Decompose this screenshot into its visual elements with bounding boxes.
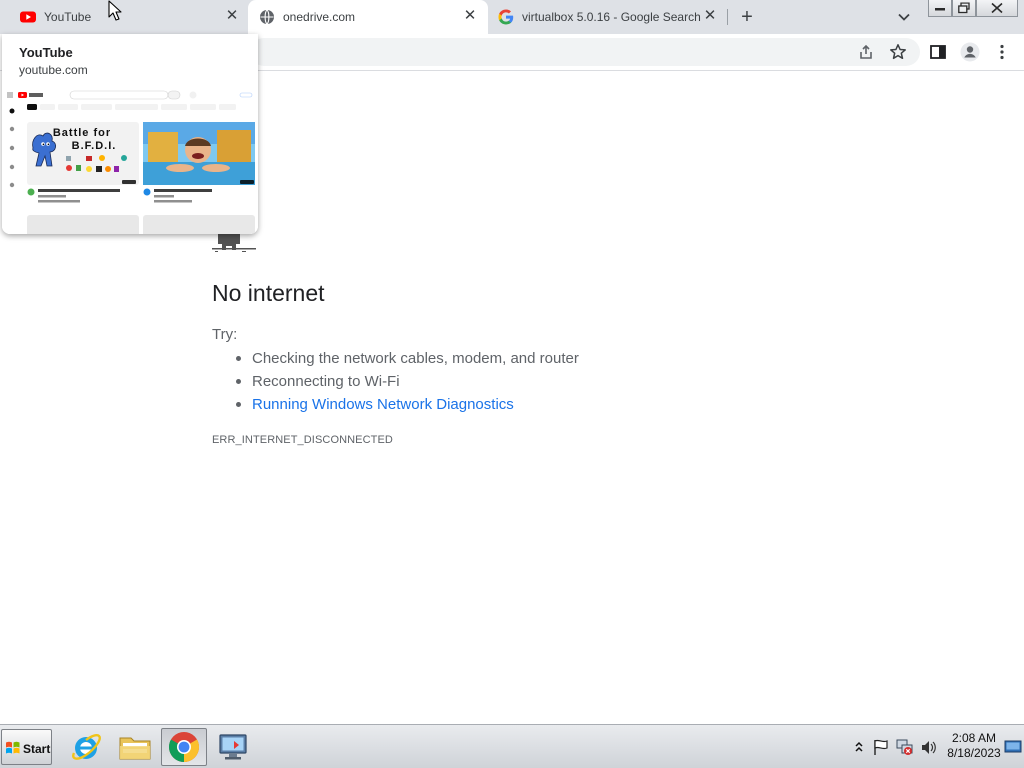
close-tab-icon[interactable]: ✕ <box>462 8 478 24</box>
tab-title: virtualbox 5.0.16 - Google Search <box>522 10 701 24</box>
start-button[interactable]: Start <box>1 729 52 765</box>
close-window-button[interactable] <box>976 0 1018 17</box>
svg-text:Battle for: Battle for <box>53 127 111 139</box>
network-diagnostics-link[interactable]: Running Windows Network Diagnostics <box>236 395 579 418</box>
error-code: ERR_INTERNET_DISCONNECTED <box>212 434 393 446</box>
minimize-button[interactable] <box>928 0 952 17</box>
try-label: Try: <box>212 326 238 343</box>
restore-button[interactable] <box>952 0 976 17</box>
chevron-down-icon[interactable] <box>895 8 913 26</box>
taskbar-chrome[interactable] <box>161 728 207 766</box>
svg-text:B.F.D.I.: B.F.D.I. <box>72 140 117 152</box>
network-disconnected-icon[interactable] <box>896 739 914 756</box>
hover-card-title: YouTube <box>19 45 73 60</box>
tab-onedrive[interactable]: onedrive.com ✕ <box>248 0 488 34</box>
google-icon <box>498 9 514 25</box>
share-icon[interactable] <box>857 43 875 61</box>
side-panel-icon[interactable] <box>929 43 947 61</box>
action-center-flag-icon[interactable] <box>872 739 890 756</box>
internet-explorer-icon <box>72 734 101 760</box>
bookmark-star-icon[interactable] <box>889 43 907 61</box>
start-label: Start <box>23 742 51 756</box>
tab-hover-card: YouTube youtube.com Battle for B.F.D.I. <box>2 34 258 234</box>
windows-explorer-icon <box>119 737 151 760</box>
taskbar-remote-desktop[interactable] <box>210 728 256 766</box>
clock-date: 8/18/2023 <box>947 746 1001 760</box>
taskbar: Start <box>0 724 1024 768</box>
tab-title: onedrive.com <box>283 10 356 24</box>
restore-icon <box>958 2 970 14</box>
chrome-icon <box>168 732 200 762</box>
tab-google-search[interactable]: virtualbox 5.0.16 - Google Search ✕ <box>488 0 728 34</box>
remote-desktop-icon <box>219 734 247 760</box>
youtube-icon <box>20 11 36 23</box>
show-hidden-icons-icon[interactable] <box>854 741 864 753</box>
taskbar-internet-explorer[interactable] <box>63 728 109 766</box>
close-icon <box>991 2 1003 14</box>
volume-icon[interactable] <box>920 739 938 756</box>
suggestion-item: Checking the network cables, modem, and … <box>236 349 579 372</box>
tab-strip: YouTube ✕ onedrive.com ✕ virtualbox 5.0.… <box>0 0 1024 34</box>
dinosaur-icon[interactable] <box>212 232 258 252</box>
suggestion-item: Reconnecting to Wi-Fi <box>236 372 579 395</box>
clock-time: 2:08 AM <box>951 731 997 745</box>
suggestion-list: Checking the network cables, modem, and … <box>236 349 579 418</box>
profile-avatar-icon[interactable] <box>960 42 980 62</box>
tab-youtube[interactable]: YouTube ✕ <box>0 0 248 34</box>
address-bar[interactable] <box>250 38 920 66</box>
taskbar-clock[interactable]: 2:08 AM 8/18/2023 <box>940 731 1008 761</box>
globe-icon <box>260 9 274 25</box>
hover-card-preview: Battle for B.F.D.I. <box>2 86 258 234</box>
taskbar-windows-explorer[interactable] <box>112 728 158 766</box>
close-tab-icon[interactable]: ✕ <box>702 8 718 24</box>
menu-dots-icon[interactable] <box>993 43 1011 61</box>
show-desktop-icon[interactable] <box>1004 740 1022 754</box>
hover-card-domain: youtube.com <box>19 63 88 77</box>
tab-title: YouTube <box>44 10 92 24</box>
close-tab-icon[interactable]: ✕ <box>224 8 240 24</box>
minimize-icon <box>935 8 945 11</box>
mouse-cursor-icon <box>108 0 122 21</box>
new-tab-button[interactable]: + <box>737 7 757 27</box>
tab-separator <box>727 9 728 25</box>
error-heading: No internet <box>212 280 325 306</box>
windows-logo-icon <box>6 741 20 754</box>
